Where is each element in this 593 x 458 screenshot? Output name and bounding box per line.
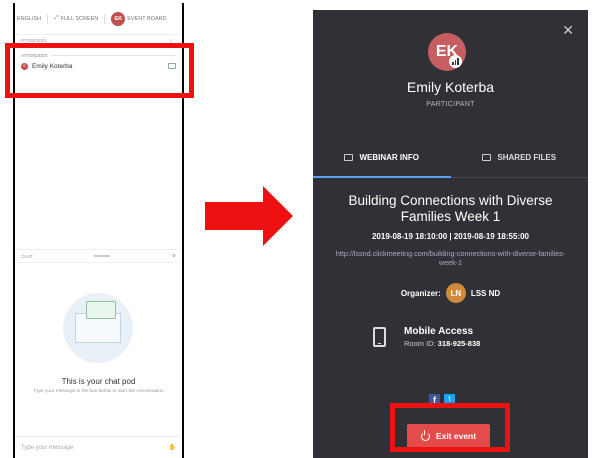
tab-webinar-info[interactable]: WEBINAR INFO <box>313 138 451 178</box>
chat-input-placeholder: Type your message <box>21 444 74 451</box>
chat-header: CHAT ⚙ <box>15 249 182 263</box>
language-label: ENGLISH <box>17 15 42 22</box>
phone-icon <box>373 327 386 347</box>
right-arrow-icon <box>205 186 293 246</box>
canvas: ENGLISH ⤢ FULL SCREEN EK EVENT BOARD ATT… <box>0 0 593 458</box>
room-id-value: 318-925-838 <box>437 339 481 348</box>
chat-message-input[interactable]: Type your message ✋ <box>15 436 182 458</box>
room-id: Room ID: 318-925-838 <box>404 339 480 348</box>
tab-shared-files[interactable]: SHARED FILES <box>451 138 589 177</box>
fullscreen-label: FULL SCREEN <box>60 15 99 22</box>
close-icon[interactable]: ✕ <box>562 22 574 39</box>
chat-bubble-icon <box>86 301 116 319</box>
tab-webinar-info-label: WEBINAR INFO <box>359 153 420 162</box>
settings-icon[interactable]: ⚙ <box>172 253 176 259</box>
nav-divider <box>47 13 49 24</box>
event-url[interactable]: http://lssnd.clickmeeting.com/building-c… <box>331 249 570 267</box>
chat-empty-title: This is your chat pod <box>61 377 136 386</box>
file-icon <box>482 154 492 161</box>
organizer-avatar: LN <box>445 283 466 303</box>
mobile-access-title: Mobile Access <box>404 326 474 337</box>
user-avatar: EK <box>111 11 126 26</box>
organizer-name: LSS ND <box>470 288 501 298</box>
mobile-access: Mobile Access Room ID: 318-925-838 <box>373 326 480 348</box>
organizer-label: Organizer: <box>400 288 441 298</box>
highlight-box-exit <box>390 403 510 452</box>
tab-shared-files-label: SHARED FILES <box>497 153 557 162</box>
monitor-icon <box>344 154 354 161</box>
resize-grip[interactable] <box>94 255 111 257</box>
signal-icon <box>449 55 462 68</box>
event-title: Building Connections with Diverse Famili… <box>348 193 553 224</box>
fullscreen-icon: ⤢ <box>54 15 59 21</box>
chat-illustration <box>63 293 133 363</box>
info-tabs: WEBINAR INFO SHARED FILES <box>313 138 588 178</box>
highlight-box-attendee <box>5 43 194 98</box>
nav-divider <box>104 13 106 24</box>
profile-name: Emily Koterba <box>406 79 495 95</box>
profile-panel: ✕ EK Emily Koterba PARTICIPANT WEBINAR I… <box>313 10 588 458</box>
top-nav: ENGLISH ⤢ FULL SCREEN EK EVENT BOARD <box>15 3 182 35</box>
event-board-label: EVENT BOARD <box>127 15 167 22</box>
event-board-button[interactable]: EK EVENT BOARD <box>111 11 167 26</box>
profile-role: PARTICIPANT <box>426 101 475 108</box>
chat-empty-subtitle: Type your message in the box below to st… <box>33 389 164 394</box>
language-selector[interactable]: ENGLISH <box>17 16 41 22</box>
event-time: 2019-08-19 18:10:00 | 2019-08-19 18:55:0… <box>371 232 530 241</box>
organizer: Organizer: LN LSS ND <box>313 283 588 303</box>
chat-label: CHAT <box>21 253 33 259</box>
room-id-label: Room ID: <box>404 339 436 348</box>
fullscreen-button[interactable]: ⤢ FULL SCREEN <box>54 15 98 22</box>
hand-icon[interactable]: ✋ <box>169 444 176 451</box>
